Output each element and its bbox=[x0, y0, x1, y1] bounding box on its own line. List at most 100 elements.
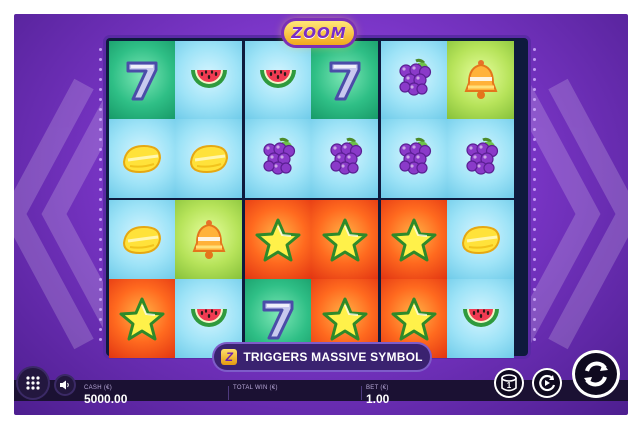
total-win-label: TOTAL WIN (€) bbox=[233, 385, 278, 391]
rail-dot bbox=[98, 308, 102, 311]
reel-cell-lemon bbox=[109, 119, 175, 198]
svg-text:1: 1 bbox=[507, 381, 512, 390]
board-rail-left bbox=[96, 48, 104, 348]
bell-icon bbox=[464, 60, 497, 99]
star-icon bbox=[119, 297, 165, 340]
rail-dot bbox=[98, 168, 102, 171]
grapes-icon bbox=[329, 137, 362, 175]
seven-icon bbox=[329, 61, 360, 101]
rail-dot bbox=[98, 298, 102, 301]
total-win-field: TOTAL WIN (€) bbox=[233, 385, 278, 392]
rail-dot bbox=[98, 128, 102, 131]
bet-button[interactable]: 1 bbox=[494, 368, 524, 398]
rail-dot bbox=[98, 138, 102, 141]
rail-dot bbox=[98, 268, 102, 271]
rail-dot bbox=[532, 208, 536, 211]
game-logo: ZOOM bbox=[284, 21, 354, 45]
reel-cell-grapes bbox=[381, 41, 447, 119]
reel-cell-star bbox=[109, 279, 175, 358]
star-icon bbox=[255, 218, 301, 261]
rail-dot bbox=[532, 108, 536, 111]
rail-dot bbox=[98, 88, 102, 91]
cash-label: CASH (€) bbox=[84, 385, 113, 391]
reel-cell-grapes bbox=[311, 119, 378, 198]
reel-cell-seven bbox=[311, 41, 378, 119]
reel-board bbox=[106, 38, 528, 358]
cash-value: 5000.00 bbox=[84, 392, 128, 406]
rail-dot bbox=[532, 198, 536, 201]
rail-dot bbox=[98, 258, 102, 261]
bet-label: BET (€) bbox=[366, 385, 389, 391]
divider bbox=[228, 386, 229, 400]
rail-dot bbox=[98, 218, 102, 221]
spin-icon bbox=[584, 361, 608, 387]
rail-dot bbox=[98, 68, 102, 71]
rail-dot bbox=[532, 138, 536, 141]
rail-dot bbox=[532, 228, 536, 231]
reel-cell-star bbox=[311, 200, 378, 279]
divider bbox=[361, 386, 362, 400]
rail-dot bbox=[532, 278, 536, 281]
star-icon bbox=[391, 297, 437, 340]
rail-dot bbox=[98, 158, 102, 161]
rail-dot bbox=[98, 248, 102, 251]
rail-dot bbox=[532, 268, 536, 271]
rail-dot bbox=[98, 338, 102, 341]
reel-cell-star bbox=[381, 200, 447, 279]
reel-cell-star bbox=[245, 200, 311, 279]
rail-dot bbox=[98, 148, 102, 151]
coin-stack-icon: 1 bbox=[501, 374, 517, 392]
grid-icon bbox=[26, 376, 40, 390]
reel-cell-watermelon bbox=[175, 41, 242, 119]
rail-dot bbox=[98, 178, 102, 181]
cash-field: CASH (€) 5000.00 bbox=[84, 385, 127, 406]
speaker-icon bbox=[60, 380, 69, 390]
autoplay-button[interactable] bbox=[532, 368, 562, 398]
rail-dot bbox=[98, 208, 102, 211]
rail-dot bbox=[532, 238, 536, 241]
rail-dot bbox=[532, 168, 536, 171]
rail-dot bbox=[98, 78, 102, 81]
rail-dot bbox=[98, 188, 102, 191]
rail-dot bbox=[98, 318, 102, 321]
bet-value: 1.00 bbox=[366, 392, 390, 406]
watermelon-icon bbox=[462, 308, 499, 327]
bet-field: BET (€) 1.00 bbox=[366, 385, 389, 406]
watermelon-icon bbox=[190, 308, 227, 327]
reel-cell-watermelon bbox=[447, 279, 514, 358]
lemon-icon bbox=[461, 225, 500, 254]
reel-cell-watermelon bbox=[245, 41, 311, 119]
zoom-badge-icon: Z bbox=[221, 349, 238, 365]
sound-button[interactable] bbox=[56, 376, 74, 394]
rail-dot bbox=[532, 308, 536, 311]
bell-icon bbox=[192, 219, 225, 259]
rail-dot bbox=[98, 228, 102, 231]
rail-dot bbox=[532, 218, 536, 221]
autoplay-icon bbox=[539, 374, 556, 392]
rail-dot bbox=[532, 88, 536, 91]
rail-dot bbox=[532, 328, 536, 331]
rail-dot bbox=[532, 148, 536, 151]
banner-text: TRIGGERS MASSIVE SYMBOL bbox=[243, 350, 423, 364]
menu-button[interactable] bbox=[18, 368, 48, 398]
reel-cell-bell bbox=[175, 200, 242, 279]
rail-dot bbox=[98, 98, 102, 101]
rail-dot bbox=[532, 68, 536, 71]
rail-dot bbox=[532, 298, 536, 301]
rail-dot bbox=[532, 48, 536, 51]
rail-dot bbox=[532, 258, 536, 261]
seven-icon bbox=[126, 61, 158, 101]
reel-cell-seven bbox=[109, 41, 175, 119]
rail-dot bbox=[98, 198, 102, 201]
spin-button[interactable] bbox=[572, 350, 620, 398]
feature-banner: Z TRIGGERS MASSIVE SYMBOL bbox=[214, 344, 430, 370]
rail-dot bbox=[532, 78, 536, 81]
rail-dot bbox=[532, 248, 536, 251]
rail-dot bbox=[532, 98, 536, 101]
star-icon bbox=[322, 297, 367, 340]
seven-icon bbox=[262, 300, 294, 339]
logo-text: ZOOM bbox=[291, 24, 347, 42]
reel-cell-grapes bbox=[245, 119, 311, 198]
rail-dot bbox=[532, 58, 536, 61]
reel-cell-grapes bbox=[381, 119, 447, 198]
